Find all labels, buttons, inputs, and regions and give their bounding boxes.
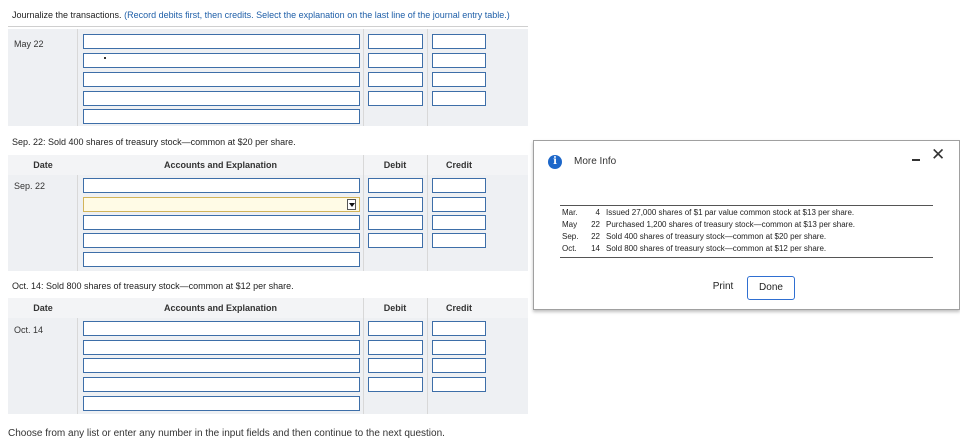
credit-input[interactable] — [432, 197, 486, 212]
account-input[interactable] — [83, 233, 360, 248]
debit-input[interactable] — [368, 358, 423, 373]
done-button[interactable]: Done — [747, 276, 795, 300]
debit-input[interactable] — [368, 34, 423, 49]
minimize-icon[interactable] — [912, 159, 920, 161]
transaction-row: Oct. 14 Sold 800 shares of treasury stock—… — [562, 244, 826, 253]
header-accounts: Accounts and Explanation — [163, 160, 277, 170]
account-dropdown[interactable] — [83, 197, 360, 212]
debit-input[interactable] — [368, 72, 423, 87]
date-label: Oct. 14 — [14, 325, 44, 335]
header-date: Date — [33, 160, 53, 170]
credit-input[interactable] — [432, 358, 486, 373]
journal-table-oct14: Oct. 14 — [8, 318, 528, 414]
row-day: 22 — [591, 232, 600, 241]
row-text: Purchased 1,200 shares of treasury stock… — [606, 220, 856, 229]
account-input[interactable] — [83, 358, 360, 373]
transaction-row: Mar. 4 Issued 27,000 shares of $1 par valu… — [562, 208, 854, 217]
date-label: Sep. 22 — [14, 181, 46, 191]
footer-instructions: Choose from any list or enter any number… — [8, 428, 445, 439]
row-month: Mar. — [562, 208, 578, 217]
header-debit: Debit — [383, 160, 407, 170]
dialog-title: More Info — [574, 156, 617, 167]
divider — [8, 26, 528, 27]
debit-input[interactable] — [368, 53, 423, 68]
chevron-down-icon[interactable] — [347, 199, 356, 210]
account-input[interactable] — [83, 34, 360, 49]
table-header: Date Accounts and Explanation Debit Cred… — [8, 155, 528, 176]
credit-input[interactable] — [432, 377, 486, 392]
debit-input[interactable] — [368, 321, 423, 336]
print-button[interactable]: Print — [704, 277, 742, 299]
credit-input[interactable] — [432, 72, 486, 87]
row-day: 14 — [591, 244, 600, 253]
header-date: Date — [33, 303, 53, 313]
row-month: Oct. — [562, 244, 577, 253]
date-label: May 22 — [14, 39, 44, 49]
header-credit: Credit — [445, 303, 472, 313]
info-icon: i — [548, 155, 562, 169]
instructions-text: Journalize the transactions. — [12, 10, 122, 20]
explanation-input[interactable] — [83, 252, 360, 267]
account-input[interactable] — [83, 53, 360, 68]
row-day: 22 — [591, 220, 600, 229]
row-month: May — [562, 220, 578, 229]
table-bottom-border — [560, 257, 933, 258]
credit-input[interactable] — [432, 340, 486, 355]
account-input[interactable] — [83, 215, 360, 230]
transaction-row: Sep. 22 Sold 400 shares of treasury stock—… — [562, 232, 826, 241]
account-input[interactable] — [83, 377, 360, 392]
instructions: Journalize the transactions. (Record deb… — [12, 10, 510, 20]
credit-input[interactable] — [432, 233, 486, 248]
table-top-border — [560, 205, 933, 206]
journal-table-sep22: Sep. 22 — [8, 175, 528, 271]
instructions-hint: (Record debits first, then credits. Sele… — [124, 10, 510, 20]
credit-input[interactable] — [432, 34, 486, 49]
account-input[interactable] — [83, 72, 360, 87]
row-text: Sold 400 shares of treasury stock—common… — [606, 232, 827, 241]
row-day: 4 — [595, 208, 600, 217]
debit-input[interactable] — [368, 178, 423, 193]
debit-input[interactable] — [368, 91, 423, 106]
journal-table-may22: May 22 — [8, 29, 528, 126]
header-accounts: Accounts and Explanation — [163, 303, 277, 313]
account-input[interactable] — [83, 178, 360, 193]
row-text: Issued 27,000 shares of $1 par value com… — [606, 208, 855, 217]
transaction-description: Oct. 14: Sold 800 shares of treasury sto… — [12, 281, 294, 291]
credit-input[interactable] — [432, 321, 486, 336]
account-input[interactable] — [83, 340, 360, 355]
explanation-input[interactable] — [83, 109, 360, 124]
row-text: Sold 800 shares of treasury stock—common… — [606, 244, 827, 253]
debit-input[interactable] — [368, 377, 423, 392]
cursor-mark — [104, 57, 106, 59]
credit-input[interactable] — [432, 178, 486, 193]
credit-input[interactable] — [432, 215, 486, 230]
close-icon[interactable]: ✕ — [931, 146, 945, 163]
credit-input[interactable] — [432, 91, 486, 106]
debit-input[interactable] — [368, 340, 423, 355]
transaction-row: May 22 Purchased 1,200 shares of treasury … — [562, 220, 855, 229]
header-credit: Credit — [445, 160, 472, 170]
more-info-dialog: i More Info ✕ Mar. 4 Issued 27,000 shares … — [533, 140, 960, 310]
account-input[interactable] — [83, 321, 360, 336]
debit-input[interactable] — [368, 233, 423, 248]
transaction-description: Sep. 22: Sold 400 shares of treasury sto… — [12, 137, 296, 147]
explanation-input[interactable] — [83, 396, 360, 411]
account-input[interactable] — [83, 91, 360, 106]
table-header: Date Accounts and Explanation Debit Cred… — [8, 298, 528, 319]
debit-input[interactable] — [368, 197, 423, 212]
row-month: Sep. — [562, 232, 579, 241]
credit-input[interactable] — [432, 53, 486, 68]
header-debit: Debit — [383, 303, 407, 313]
debit-input[interactable] — [368, 215, 423, 230]
